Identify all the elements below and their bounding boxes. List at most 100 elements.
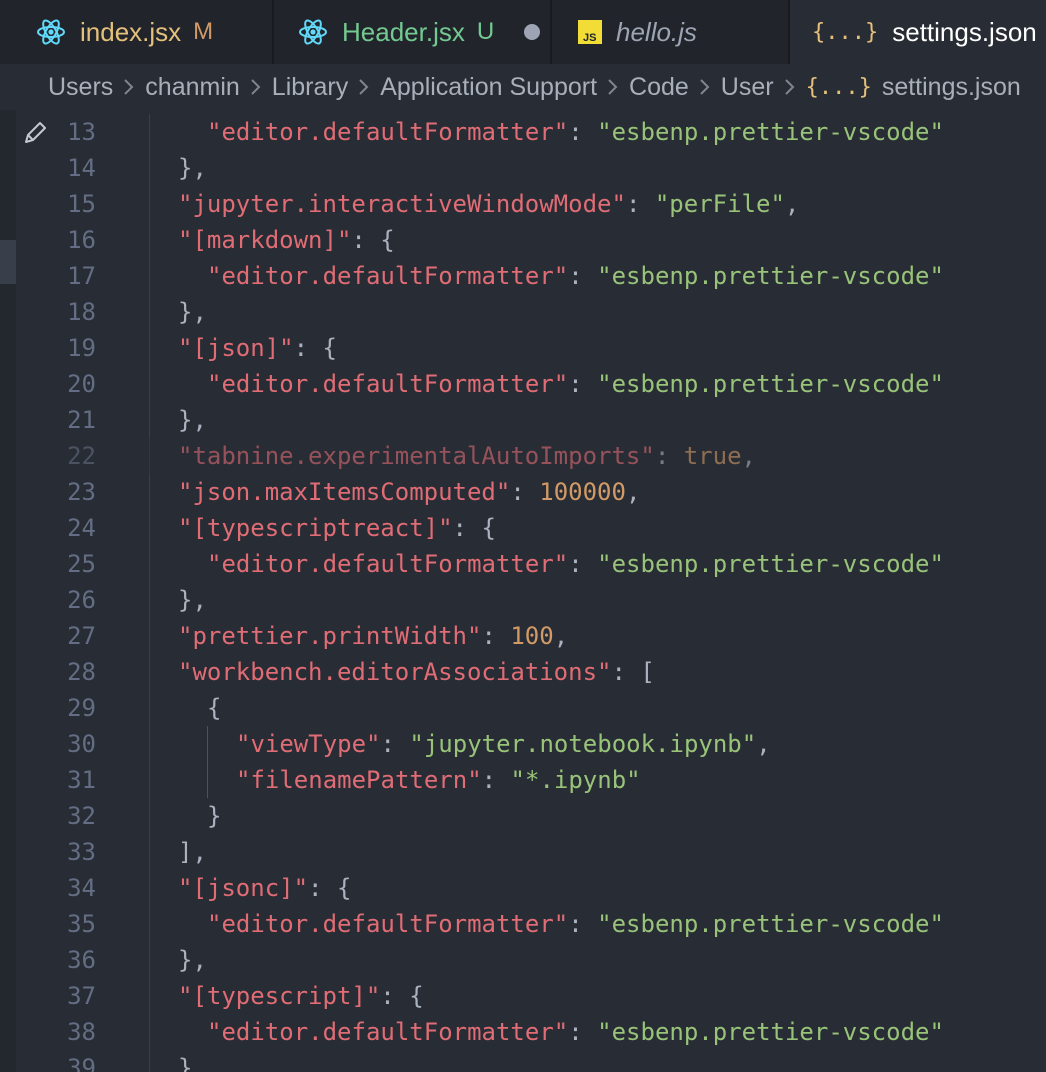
tab-header-jsx[interactable]: Header.jsx U [274,0,552,64]
js-icon: JS [578,20,602,44]
line-number: 21 [67,406,96,434]
code-content: }, [178,402,207,438]
indent-guide [149,510,150,546]
breadcrumb-item[interactable]: User [721,73,774,102]
code-content: "editor.defaultFormatter": "esbenp.prett… [207,366,944,402]
chevron-right-icon [607,78,619,96]
code-line[interactable]: 20 "editor.defaultFormatter": "esbenp.pre… [0,366,1046,402]
unsaved-dot-icon[interactable] [524,24,541,40]
code-line[interactable]: 14}, [0,150,1046,186]
code-token: "[typescript]" [178,982,381,1010]
breadcrumb-item[interactable]: chanmin [145,73,240,102]
code-content: }, [178,582,207,618]
code-line[interactable]: 13 "editor.defaultFormatter": "esbenp.pre… [0,114,1046,150]
indent-guide [149,798,150,834]
code-token: : [568,910,598,938]
code-token: "esbenp.prettier-vscode" [597,910,944,938]
code-line[interactable]: 36}, [0,942,1046,978]
code-token: }, [178,154,207,182]
code-token: : [481,622,511,650]
code-content: "editor.defaultFormatter": "esbenp.prett… [207,258,944,294]
tab-bar: index.jsx M Header.jsx U JS hello.js {..… [0,0,1046,64]
tab-index-jsx[interactable]: index.jsx M [0,0,274,64]
code-line[interactable]: 33], [0,834,1046,870]
code-content: "workbench.editorAssociations": [ [178,654,655,690]
line-number: 15 [67,190,96,218]
indent-guide [149,114,150,150]
code-line[interactable]: 22 "tabnine.experimentalAutoImports": tru… [0,438,1046,474]
code-line[interactable]: 28 "workbench.editorAssociations": [ [0,654,1046,690]
code-line[interactable]: 27 "prettier.printWidth": 100, [0,618,1046,654]
code-token: : [380,730,410,758]
code-token: "esbenp.prettier-vscode" [597,550,944,578]
code-editor[interactable]: 13 "editor.defaultFormatter": "esbenp.pre… [0,110,1046,1072]
code-token: : [481,766,511,794]
line-number: 18 [67,298,96,326]
code-line[interactable]: 38 "editor.defaultFormatter": "esbenp.pre… [0,1014,1046,1050]
breadcrumb-file[interactable]: settings.json [882,73,1021,102]
code-token: "perFile" [654,190,785,218]
code-line[interactable]: 35 "editor.defaultFormatter": "esbenp.pre… [0,906,1046,942]
code-token: : [568,370,598,398]
code-token: , [784,190,800,218]
breadcrumb-item[interactable]: Code [629,73,689,102]
line-number: 32 [67,802,96,830]
chevron-right-icon [358,78,370,96]
breadcrumb-item[interactable]: Library [272,73,348,102]
breadcrumb-item[interactable]: Application Support [380,73,597,102]
code-token: "[json]" [178,334,294,362]
code-line[interactable]: 39}, [0,1050,1046,1072]
chevron-right-icon [123,78,135,96]
code-token: : [568,550,598,578]
code-token: }, [178,1054,207,1072]
code-line[interactable]: 16 "[markdown]": { [0,222,1046,258]
code-content: { [207,690,221,726]
code-line[interactable]: 29 { [0,690,1046,726]
indent-guide [149,1014,150,1050]
code-token: }, [178,406,207,434]
indent-guide [149,1050,150,1072]
line-number: 16 [67,226,96,254]
code-line[interactable]: 31 "filenamePattern": "*.ipynb" [0,762,1046,798]
code-token: } [207,802,222,830]
code-token: "esbenp.prettier-vscode" [597,370,944,398]
tab-settings-json[interactable]: {...} settings.json ✕ [790,0,1046,64]
code-line[interactable]: 15 "jupyter.interactiveWindowMode": "perF… [0,186,1046,222]
code-content: }, [178,942,207,978]
json-icon: {...} [812,19,879,45]
line-number: 13 [67,118,96,146]
code-token: "esbenp.prettier-vscode" [597,262,944,290]
indent-guide [149,474,150,510]
indent-guide [149,906,150,942]
tab-label: settings.json [892,17,1037,47]
line-number: 19 [67,334,96,362]
tab-hello-js[interactable]: JS hello.js [552,0,790,64]
code-line[interactable]: 32} [0,798,1046,834]
code-token: "[typescriptreact]" [178,514,453,542]
code-line[interactable]: 18}, [0,294,1046,330]
line-number: 33 [67,838,96,866]
chevron-right-icon [699,78,711,96]
code-token: : { [351,226,395,254]
indent-guide [149,762,150,798]
code-line[interactable]: 23 "json.maxItemsComputed": 100000, [0,474,1046,510]
breadcrumb-item[interactable]: Users [48,73,113,102]
code-token: : [ [611,658,655,686]
code-line[interactable]: 26}, [0,582,1046,618]
code-token: "editor.defaultFormatter" [207,550,569,578]
code-token: : [510,478,540,506]
code-line[interactable]: 21}, [0,402,1046,438]
line-number: 25 [67,550,96,578]
line-number: 38 [67,1018,96,1046]
code-line[interactable]: 24 "[typescriptreact]": { [0,510,1046,546]
code-line[interactable]: 19 "[json]": { [0,330,1046,366]
code-line[interactable]: 37 "[typescript]": { [0,978,1046,1014]
code-line[interactable]: 17 "editor.defaultFormatter": "esbenp.pre… [0,258,1046,294]
line-number: 35 [67,910,96,938]
code-token: }, [178,586,207,614]
code-line[interactable]: 34 "[jsonc]": { [0,870,1046,906]
code-line[interactable]: 30 "viewType": "jupyter.notebook.ipynb", [0,726,1046,762]
indent-guide [149,942,150,978]
code-line[interactable]: 25 "editor.defaultFormatter": "esbenp.pre… [0,546,1046,582]
code-token: "prettier.printWidth" [178,622,482,650]
